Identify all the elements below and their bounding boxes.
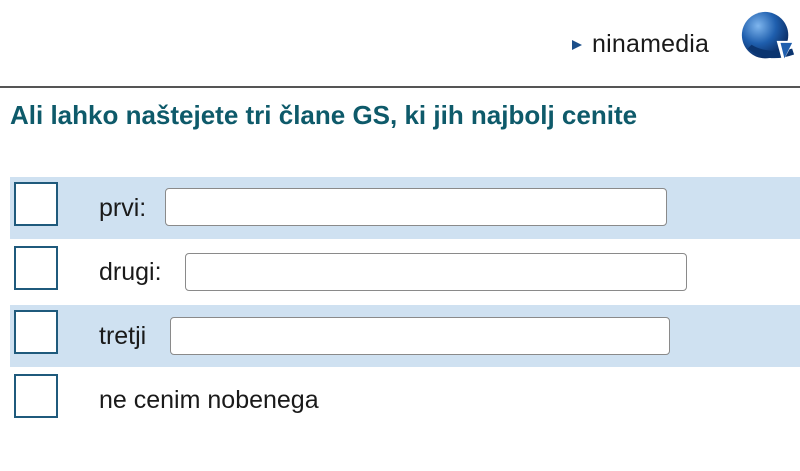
option-row-ne-cenim: ne cenim nobenega: [10, 369, 800, 431]
option-checkbox-drugi[interactable]: [14, 246, 58, 290]
option-label-prvi: prvi:: [99, 193, 147, 222]
question-title: Ali lahko naštejete tri člane GS, ki jih…: [10, 100, 638, 130]
ninamedia-globe-logo-icon: [741, 11, 795, 63]
option-text-field-drugi[interactable]: [185, 253, 687, 291]
option-row-drugi: drugi:: [10, 241, 800, 303]
play-arrow-icon: [572, 39, 582, 50]
option-label-ne-cenim: ne cenim nobenega: [99, 385, 319, 414]
option-label-drugi: drugi:: [99, 257, 162, 286]
option-checkbox-prvi[interactable]: [14, 182, 58, 226]
option-row-prvi: prvi:: [10, 177, 800, 239]
option-label-tretji: tretji: [99, 321, 147, 350]
brand-name: ninamedia: [592, 30, 710, 58]
option-row-tretji: tretji: [10, 305, 800, 367]
header-bar: ninamedia: [0, 0, 800, 88]
option-text-field-prvi[interactable]: [165, 188, 667, 226]
option-checkbox-ne-cenim[interactable]: [14, 374, 58, 418]
brand-link[interactable]: ninamedia: [572, 30, 709, 59]
option-text-field-tretji[interactable]: [170, 317, 670, 355]
option-checkbox-tretji[interactable]: [14, 310, 58, 354]
